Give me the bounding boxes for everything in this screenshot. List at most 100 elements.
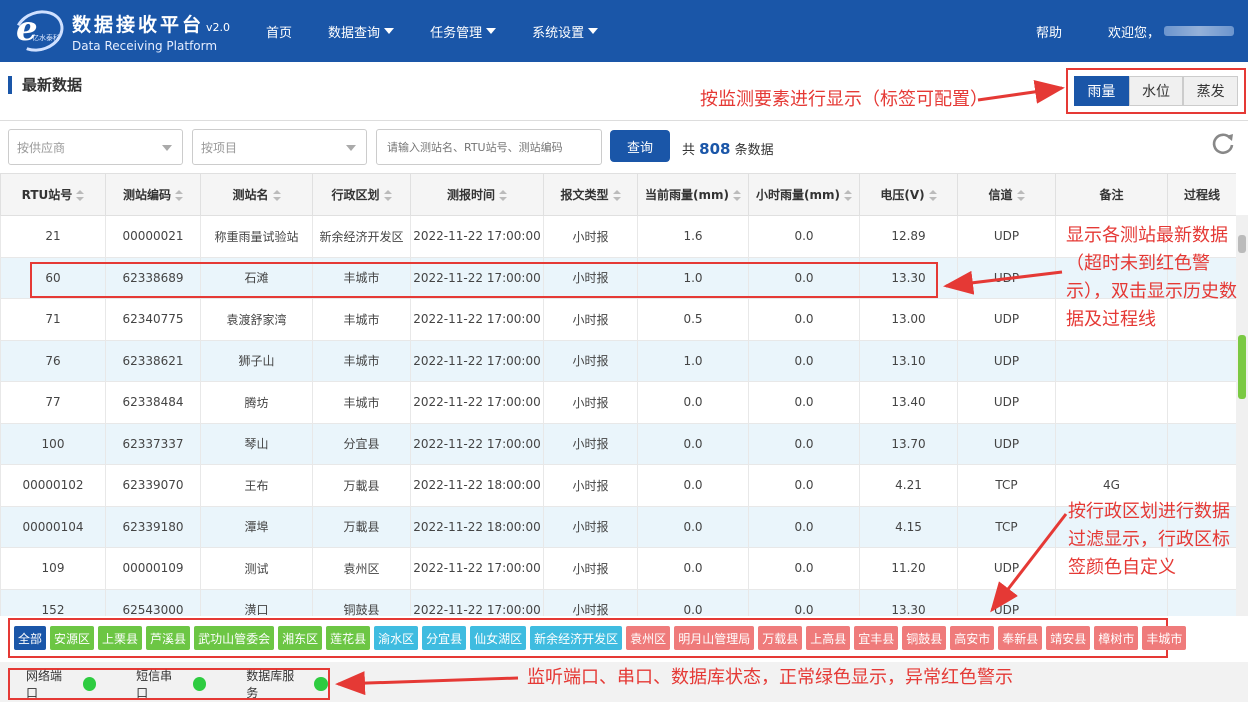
table-row[interactable]: 76 62338621 狮子山 丰城市 2022-11-22 17:00:00 小时报 1.… xyxy=(0,339,1236,382)
column-header[interactable]: 行政区划 xyxy=(312,173,411,216)
nav-home[interactable]: 首页 xyxy=(266,22,292,41)
table-row[interactable]: 21 00000021 称重雨量试验站 新余经济开发区 2022-11-22 17:00… xyxy=(0,215,1236,258)
table-cell xyxy=(1167,422,1236,465)
top-bar: e 亿水泰科 数据接收平台 v2.0 Data Receiving Platfor… xyxy=(0,0,1248,62)
column-header[interactable]: 小时雨量(mm) xyxy=(748,173,860,216)
region-tag-all[interactable]: 全部 xyxy=(14,626,47,650)
region-tag[interactable]: 新余经济开发区 xyxy=(530,626,623,650)
sort-icon[interactable] xyxy=(612,190,621,201)
column-header[interactable]: 信道 xyxy=(957,173,1056,216)
table-scrollbar[interactable] xyxy=(1236,215,1248,616)
tab-rainfall[interactable]: 雨量 xyxy=(1074,76,1129,106)
status-indicator-icon xyxy=(314,677,328,691)
region-tag[interactable]: 芦溪县 xyxy=(146,626,191,650)
table-cell: 丰城市 xyxy=(312,298,411,341)
region-tag[interactable]: 莲花县 xyxy=(326,626,371,650)
table-cell: 小时报 xyxy=(543,215,638,258)
region-tag[interactable]: 明月山管理局 xyxy=(674,626,755,650)
table-cell: 4.21 xyxy=(859,464,958,507)
region-tag[interactable]: 樟树市 xyxy=(1094,626,1139,650)
region-tag[interactable]: 安源区 xyxy=(50,626,95,650)
table-cell: 2022-11-22 18:00:00 xyxy=(410,464,544,507)
table-cell: UDP xyxy=(957,298,1056,341)
region-tag[interactable]: 上栗县 xyxy=(98,626,143,650)
page-title: 最新数据 xyxy=(8,76,82,94)
region-tag[interactable]: 万载县 xyxy=(758,626,803,650)
column-header[interactable]: RTU站号 xyxy=(0,173,106,216)
column-header[interactable]: 测报时间 xyxy=(410,173,544,216)
nav-system-settings[interactable]: 系统设置 xyxy=(532,22,599,41)
sort-icon[interactable] xyxy=(732,190,741,201)
sort-icon[interactable] xyxy=(383,190,392,201)
region-tag[interactable]: 丰城市 xyxy=(1142,626,1187,650)
column-header[interactable]: 测站名 xyxy=(200,173,313,216)
sort-icon[interactable] xyxy=(175,190,183,201)
nav-data-query[interactable]: 数据查询 xyxy=(328,22,395,41)
help-link[interactable]: 帮助 xyxy=(1036,22,1062,41)
region-tag[interactable]: 上高县 xyxy=(806,626,851,650)
table-cell: 0.0 xyxy=(637,422,749,465)
table-cell: 0.0 xyxy=(748,298,860,341)
region-tag[interactable]: 奉新县 xyxy=(998,626,1043,650)
table-row[interactable]: 100 62337337 琴山 分宜县 2022-11-22 17:00:00 小时报 0.… xyxy=(0,422,1236,465)
table-cell: 0.0 xyxy=(637,547,749,590)
region-tag[interactable]: 仙女湖区 xyxy=(470,626,527,650)
tab-evaporation[interactable]: 蒸发 xyxy=(1183,76,1239,106)
nav-task-management[interactable]: 任务管理 xyxy=(430,22,497,41)
main-nav: 首页 数据查询 任务管理 系统设置 xyxy=(266,0,634,62)
region-tag[interactable]: 分宜县 xyxy=(422,626,467,650)
region-tag[interactable]: 宜丰县 xyxy=(854,626,899,650)
table-cell: 00000021 xyxy=(105,215,201,258)
sort-icon[interactable] xyxy=(843,190,852,201)
table-row[interactable]: 109 00000109 测试 袁州区 2022-11-22 17:00:00 小时报 0.… xyxy=(0,547,1236,590)
table-cell: 小时报 xyxy=(543,298,638,341)
table-row[interactable]: 00000104 62339180 潭埠 万載县 2022-11-22 18:00:00… xyxy=(0,505,1236,548)
region-tag[interactable]: 袁州区 xyxy=(626,626,671,650)
table-cell: 0.0 xyxy=(637,505,749,548)
status-item: 数据库服务 xyxy=(246,667,328,701)
table-cell: 0.0 xyxy=(748,464,860,507)
scroll-thumb[interactable] xyxy=(1238,335,1246,399)
sort-icon[interactable] xyxy=(928,190,937,201)
region-tag[interactable]: 靖安县 xyxy=(1046,626,1091,650)
region-tag[interactable]: 高安市 xyxy=(950,626,995,650)
column-header[interactable]: 当前雨量(mm) xyxy=(637,173,749,216)
table-cell: 丰城市 xyxy=(312,339,411,382)
refresh-icon[interactable] xyxy=(1210,131,1236,157)
sort-icon[interactable] xyxy=(76,190,85,201)
table-cell: 13.40 xyxy=(859,381,958,424)
table-cell: 0.0 xyxy=(748,339,860,382)
user-menu[interactable]: 欢迎您， xyxy=(1108,22,1234,41)
sort-icon[interactable] xyxy=(1016,190,1025,201)
table-cell xyxy=(1055,588,1168,616)
region-tag[interactable]: 铜鼓县 xyxy=(902,626,947,650)
region-tag[interactable]: 渝水区 xyxy=(374,626,419,650)
query-button[interactable]: 查询 xyxy=(610,130,670,162)
region-tag[interactable]: 武功山管委会 xyxy=(194,626,275,650)
tab-water-level[interactable]: 水位 xyxy=(1128,76,1184,106)
status-label: 短信串口 xyxy=(136,669,173,700)
column-header[interactable]: 测站编码 xyxy=(105,173,201,216)
supplier-select[interactable]: 按供应商 xyxy=(8,129,183,165)
table-cell: 2022-11-22 17:00:00 xyxy=(410,547,544,590)
table-cell: 13.00 xyxy=(859,298,958,341)
logo: e 亿水泰科 xyxy=(8,3,70,59)
sort-icon[interactable] xyxy=(272,190,281,201)
table-row[interactable]: 152 62543000 潢口 铜鼓县 2022-11-22 17:00:00 小时报 0.… xyxy=(0,588,1236,616)
table-cell: 0.0 xyxy=(637,588,749,616)
table-row[interactable]: 00000102 62339070 王布 万載县 2022-11-22 18:00:00… xyxy=(0,464,1236,507)
sort-icon[interactable] xyxy=(499,190,507,201)
table-cell: 11.20 xyxy=(859,547,958,590)
table-cell: 76 xyxy=(0,339,106,382)
search-input[interactable] xyxy=(376,129,602,165)
region-tag[interactable]: 湘东区 xyxy=(278,626,323,650)
table-row[interactable]: 71 62340775 袁渡舒家湾 丰城市 2022-11-22 17:00:00 小时报… xyxy=(0,298,1236,341)
column-header[interactable]: 报文类型 xyxy=(543,173,638,216)
table-cell: 袁州区 xyxy=(312,547,411,590)
table-cell: 12.89 xyxy=(859,215,958,258)
column-header[interactable]: 电压(V) xyxy=(859,173,958,216)
table-row[interactable]: 77 62338484 腾坊 丰城市 2022-11-22 17:00:00 小时报 0.0… xyxy=(0,381,1236,424)
table-cell xyxy=(1167,588,1236,616)
table-cell: 小时报 xyxy=(543,505,638,548)
project-select[interactable]: 按项目 xyxy=(192,129,367,165)
